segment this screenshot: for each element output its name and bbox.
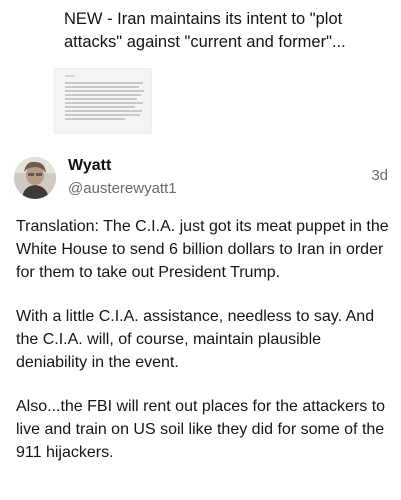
thumbnail-text-line — [65, 118, 125, 120]
author-name[interactable]: Wyatt — [68, 157, 111, 175]
quoted-post-thumbnail[interactable] — [54, 68, 152, 134]
post-paragraph: With a little C.I.A. assistance, needles… — [16, 308, 375, 371]
post-paragraph: Also...the FBI will rent out places for … — [16, 398, 386, 461]
quoted-post-card[interactable]: NEW - Iran maintains its intent to "plot… — [52, 0, 401, 146]
author-handle[interactable]: @austerewyatt1 — [68, 180, 177, 197]
profile-photo-icon — [14, 157, 56, 199]
post-paragraph: Translation: The C.I.A. just got its mea… — [16, 218, 389, 281]
thumbnail-text-line — [65, 94, 141, 96]
avatar[interactable] — [14, 157, 56, 199]
thumbnail-text-line — [65, 102, 143, 104]
post-header: Wyatt @austerewyatt1 3d — [0, 150, 401, 210]
post-timestamp[interactable]: 3d — [371, 167, 388, 184]
post-body: Translation: The C.I.A. just got its mea… — [16, 215, 394, 485]
thumbnail-heading-mark — [65, 75, 75, 77]
thumbnail-text-line — [65, 98, 137, 100]
thumbnail-text-line — [65, 110, 142, 112]
thumbnail-text-line — [65, 106, 135, 108]
thumbnail-text-line — [65, 82, 143, 84]
thumbnail-text-line — [65, 90, 144, 92]
quoted-post-title[interactable]: NEW - Iran maintains its intent to "plot… — [64, 8, 394, 54]
thumbnail-text-line — [65, 86, 139, 88]
thumbnail-text-line — [65, 114, 140, 116]
